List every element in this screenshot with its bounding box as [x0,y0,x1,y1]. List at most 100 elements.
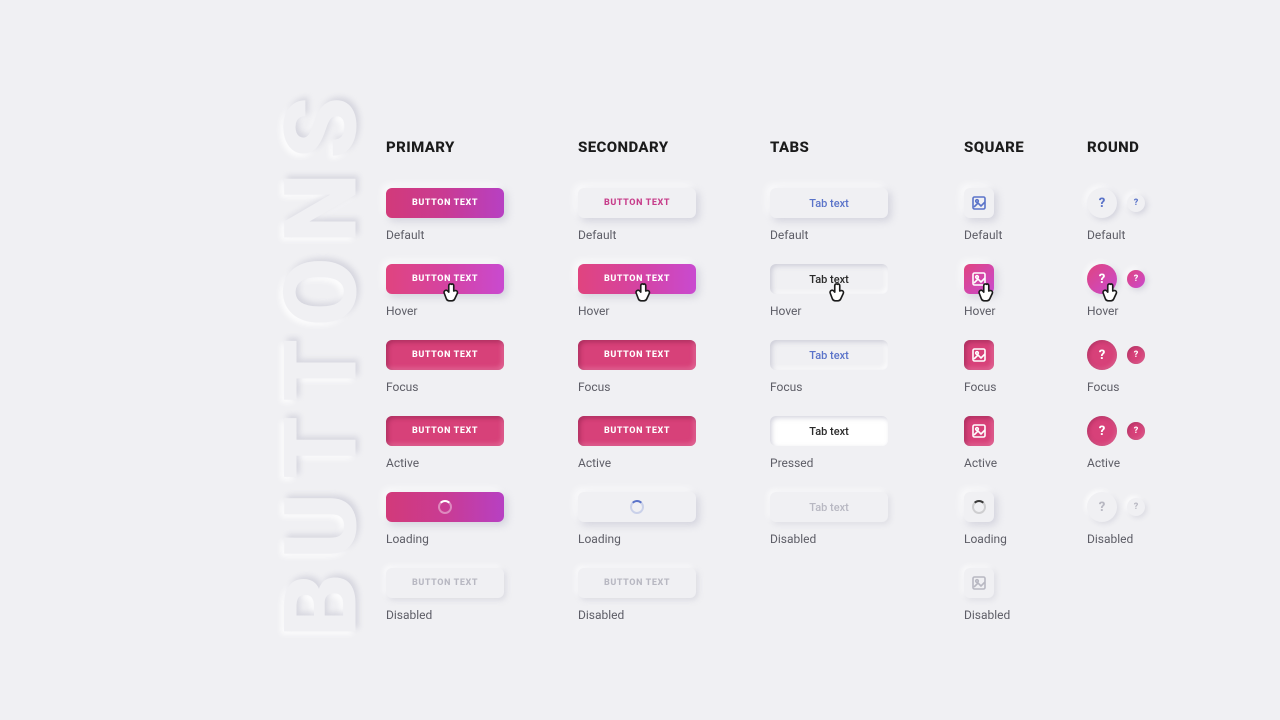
button-label: BUTTON TEXT [412,426,478,436]
question-icon: ? [1099,196,1106,211]
button-label: BUTTON TEXT [412,578,478,588]
primary-button-focus[interactable]: BUTTON TEXT [386,340,504,370]
state-label: Default [1087,228,1125,242]
state-label: Active [578,456,611,470]
square-button-active[interactable] [964,416,994,446]
column-tabs: TABS Tab text Default Tab text Hover Tab… [770,138,964,644]
secondary-button-hover[interactable]: BUTTON TEXT [578,264,696,294]
state-label: Active [964,456,997,470]
question-icon: ? [1099,424,1106,439]
state-label: Hover [770,304,801,318]
primary-button-hover[interactable]: BUTTON TEXT [386,264,504,294]
state-label: Active [386,456,419,470]
round-button-active[interactable]: ? [1087,416,1117,446]
question-icon: ? [1134,426,1139,436]
question-icon: ? [1099,500,1106,515]
tab-button-disabled: Tab text [770,492,888,522]
spinner-icon [972,500,986,514]
state-label: Focus [386,380,418,394]
page-title-vertical: BUTTONS [264,83,381,637]
image-icon [972,576,986,590]
state-label: Default [386,228,424,242]
state-label: Disabled [578,608,624,622]
image-icon [972,196,986,210]
square-button-hover[interactable] [964,264,994,294]
spinner-icon [438,500,452,514]
secondary-button-active[interactable]: BUTTON TEXT [578,416,696,446]
image-icon [972,348,986,362]
tab-label: Tab text [809,197,849,210]
round-button-small-active[interactable]: ? [1127,422,1145,440]
button-label: BUTTON TEXT [604,426,670,436]
state-label: Pressed [770,456,813,470]
question-icon: ? [1134,198,1139,208]
question-icon: ? [1134,274,1139,284]
button-label: BUTTON TEXT [604,198,670,208]
round-button-hover[interactable]: ? [1087,264,1117,294]
state-label: Loading [386,532,429,546]
button-label: BUTTON TEXT [412,350,478,360]
button-label: BUTTON TEXT [604,578,670,588]
state-label: Hover [964,304,995,318]
state-label: Active [1087,456,1120,470]
column-square: SQUARE Default Hover Focus [964,138,1087,644]
question-icon: ? [1134,350,1139,360]
round-button-default[interactable]: ? [1087,188,1117,218]
round-button-small-hover[interactable]: ? [1127,270,1145,288]
button-states-grid: PRIMARY BUTTON TEXT Default BUTTON TEXT … [386,138,1167,644]
column-heading-tabs: TABS [770,138,964,156]
square-button-loading[interactable] [964,492,994,522]
secondary-button-loading[interactable] [578,492,696,522]
state-label: Hover [386,304,417,318]
round-button-small-disabled: ? [1127,498,1145,516]
square-button-default[interactable] [964,188,994,218]
round-button-small-focus[interactable]: ? [1127,346,1145,364]
column-heading-primary: PRIMARY [386,138,578,156]
state-label: Focus [964,380,996,394]
state-label: Disabled [386,608,432,622]
tab-label: Tab text [809,501,849,514]
state-label: Default [964,228,1002,242]
square-button-focus[interactable] [964,340,994,370]
primary-button-loading[interactable] [386,492,504,522]
round-button-focus[interactable]: ? [1087,340,1117,370]
column-heading-square: SQUARE [964,138,1087,156]
state-label: Default [770,228,808,242]
state-label: Disabled [964,608,1010,622]
state-label: Focus [578,380,610,394]
primary-button-default[interactable]: BUTTON TEXT [386,188,504,218]
secondary-button-default[interactable]: BUTTON TEXT [578,188,696,218]
column-secondary: SECONDARY BUTTON TEXT Default BUTTON TEX… [578,138,770,644]
primary-button-disabled: BUTTON TEXT [386,568,504,598]
secondary-button-focus[interactable]: BUTTON TEXT [578,340,696,370]
spinner-icon [630,500,644,514]
tab-button-pressed[interactable]: Tab text [770,416,888,446]
tab-button-hover[interactable]: Tab text [770,264,888,294]
image-icon [972,272,986,286]
state-label: Hover [578,304,609,318]
tab-button-focus[interactable]: Tab text [770,340,888,370]
state-label: Hover [1087,304,1118,318]
image-icon [972,424,986,438]
state-label: Disabled [770,532,816,546]
tab-label: Tab text [809,349,849,362]
column-primary: PRIMARY BUTTON TEXT Default BUTTON TEXT … [386,138,578,644]
secondary-button-disabled: BUTTON TEXT [578,568,696,598]
round-button-small-default[interactable]: ? [1127,194,1145,212]
button-label: BUTTON TEXT [412,198,478,208]
question-icon: ? [1099,348,1106,363]
column-round: ROUND ? ? Default ? ? Hover ? ? Focus [1087,138,1167,644]
state-label: Focus [1087,380,1119,394]
state-label: Disabled [1087,532,1133,546]
button-label: BUTTON TEXT [604,350,670,360]
question-icon: ? [1099,272,1106,287]
primary-button-active[interactable]: BUTTON TEXT [386,416,504,446]
square-button-disabled [964,568,994,598]
state-label: Loading [964,532,1007,546]
state-label: Focus [770,380,802,394]
tab-label: Tab text [809,273,849,286]
question-icon: ? [1134,502,1139,512]
tab-label: Tab text [809,425,849,438]
tab-button-default[interactable]: Tab text [770,188,888,218]
round-button-disabled: ? [1087,492,1117,522]
